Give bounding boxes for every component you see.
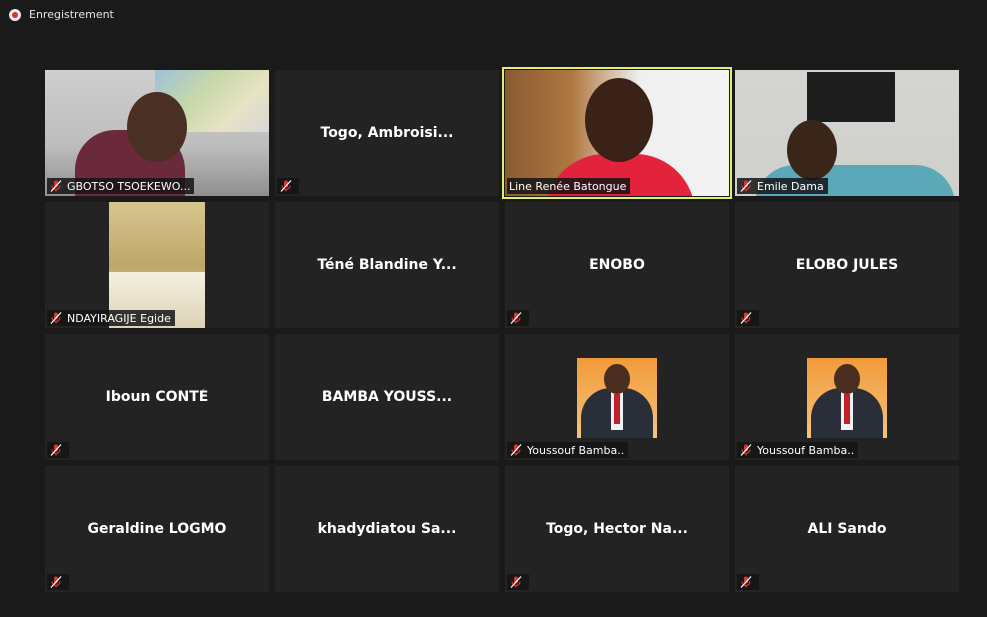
participant-tile[interactable]: ALI Sando <box>735 466 959 592</box>
photo-tie <box>614 394 620 424</box>
name-label: GBOTSO TSOEKEWO... <box>47 178 195 194</box>
name-label: Youssouf Bamba.. <box>507 442 629 458</box>
participant-name: ENOBO <box>589 257 645 273</box>
name-label: Line Renée Batongue <box>507 178 631 194</box>
participant-name: khadydiatou Sa... <box>317 521 457 537</box>
participant-name: NDAYIRAGIJE Egide <box>67 311 171 325</box>
microphone-muted-icon <box>739 443 753 457</box>
microphone-muted-icon <box>49 311 63 325</box>
participant-tile[interactable]: ENOBO <box>505 202 729 328</box>
participant-grid: GBOTSO TSOEKEWO... Togo, Ambroisi... Lin… <box>45 67 959 592</box>
microphone-muted-icon <box>509 311 523 325</box>
photo-head <box>604 364 630 394</box>
participant-name: Emile Dama <box>757 179 824 193</box>
participant-tile[interactable]: Togo, Ambroisi... <box>275 70 499 196</box>
name-label <box>47 574 69 590</box>
participant-tile[interactable]: Iboun CONTÉ <box>45 334 269 460</box>
microphone-muted-icon <box>49 179 63 193</box>
microphone-muted-icon <box>279 179 293 193</box>
microphone-muted-icon <box>509 575 523 589</box>
name-label <box>507 310 529 326</box>
record-icon <box>9 8 21 21</box>
participant-tile[interactable]: Youssouf Bamba.. <box>735 334 959 460</box>
recording-indicator[interactable]: Enregistrement <box>9 8 114 21</box>
participant-tile[interactable]: Togo, Hector Na... <box>505 466 729 592</box>
microphone-muted-icon <box>49 443 63 457</box>
background-tv <box>807 72 895 122</box>
name-label <box>737 310 759 326</box>
microphone-muted-icon <box>739 311 753 325</box>
participant-tile[interactable]: Geraldine LOGMO <box>45 466 269 592</box>
participant-tile-active-speaker[interactable]: Line Renée Batongue <box>502 67 732 199</box>
microphone-muted-icon <box>49 575 63 589</box>
participant-name: Togo, Ambroisi... <box>320 125 454 141</box>
name-label: Youssouf Bamba.. <box>737 442 859 458</box>
participant-name: Togo, Hector Na... <box>546 521 688 537</box>
participant-tile[interactable]: Téné Blandine Y... <box>275 202 499 328</box>
participant-name: Iboun CONTÉ <box>105 389 209 405</box>
participant-tile[interactable]: Youssouf Bamba.. <box>505 334 729 460</box>
recording-label: Enregistrement <box>29 8 114 21</box>
name-label <box>47 442 69 458</box>
participant-tile[interactable]: NDAYIRAGIJE Egide <box>45 202 269 328</box>
participant-name: Geraldine LOGMO <box>87 521 227 537</box>
participant-name: GBOTSO TSOEKEWO... <box>67 179 191 193</box>
participant-tile[interactable]: BAMBA YOUSS... <box>275 334 499 460</box>
participant-name: ALI Sando <box>807 521 887 537</box>
participant-tile[interactable]: GBOTSO TSOEKEWO... <box>45 70 269 196</box>
participant-name: Line Renée Batongue <box>509 179 627 193</box>
video-figure-head <box>787 120 837 180</box>
participant-name: Youssouf Bamba.. <box>527 443 625 457</box>
participant-name: Téné Blandine Y... <box>317 257 457 273</box>
participant-tile[interactable]: ELOBO JULES <box>735 202 959 328</box>
name-label: NDAYIRAGIJE Egide <box>47 310 175 326</box>
name-label <box>277 178 299 194</box>
participant-name: ELOBO JULES <box>795 257 899 273</box>
name-label <box>737 574 759 590</box>
name-label: Emile Dama <box>737 178 828 194</box>
participant-tile[interactable]: Emile Dama <box>735 70 959 196</box>
microphone-muted-icon <box>509 443 523 457</box>
profile-photo <box>577 358 657 438</box>
profile-photo <box>807 358 887 438</box>
microphone-muted-icon <box>739 575 753 589</box>
video-figure-head <box>127 92 187 162</box>
photo-head <box>834 364 860 394</box>
photo-tie <box>844 394 850 424</box>
name-label <box>507 574 529 590</box>
video-figure-head <box>585 78 653 162</box>
microphone-muted-icon <box>739 179 753 193</box>
participant-name: Youssouf Bamba.. <box>757 443 855 457</box>
participant-tile[interactable]: khadydiatou Sa... <box>275 466 499 592</box>
participant-name: BAMBA YOUSS... <box>321 389 453 405</box>
